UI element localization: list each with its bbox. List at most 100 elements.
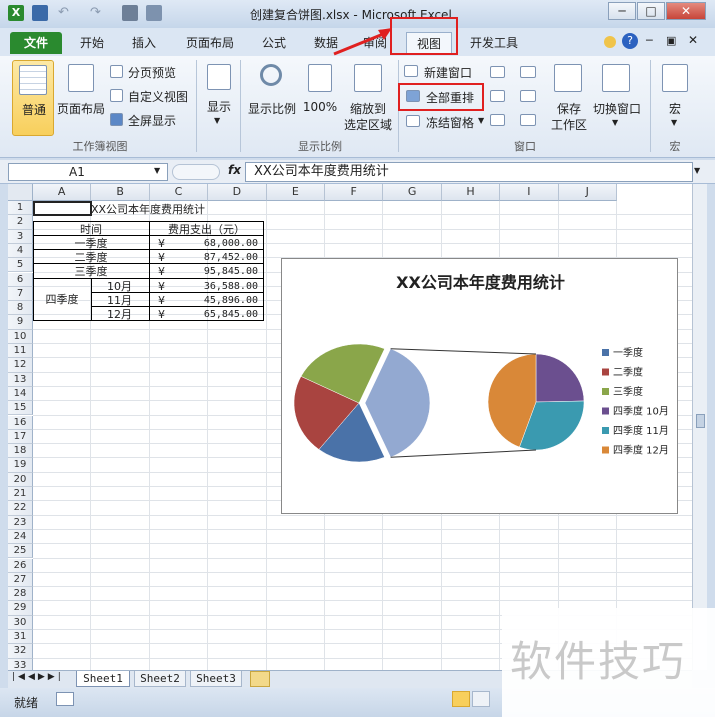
row-header[interactable]: 2: [8, 215, 33, 230]
normal-view-button[interactable]: 普通: [12, 60, 54, 136]
tab-page-layout[interactable]: 页面布局: [178, 32, 242, 54]
save-workspace-button[interactable]: 保存 工作区: [548, 60, 590, 136]
row-header[interactable]: 7: [8, 286, 33, 302]
row-header[interactable]: 8: [8, 301, 33, 316]
row-header[interactable]: 26: [8, 558, 33, 573]
row-header[interactable]: 11: [8, 344, 33, 359]
insert-sheet-icon[interactable]: [250, 671, 270, 687]
zoom-100-button[interactable]: 100%: [300, 60, 340, 126]
print-icon[interactable]: [122, 5, 138, 21]
scroll-thumb[interactable]: [696, 414, 705, 428]
doc-close-icon[interactable]: ✕: [688, 33, 698, 47]
redo-icon[interactable]: ↷: [90, 5, 101, 20]
sync-scroll-icon[interactable]: [520, 90, 536, 102]
column-header[interactable]: B: [91, 184, 150, 201]
select-all-corner[interactable]: [8, 184, 33, 201]
row-header[interactable]: 15: [8, 401, 33, 416]
row-header[interactable]: 18: [8, 444, 33, 459]
tab-developer[interactable]: 开发工具: [464, 32, 524, 54]
split-icon[interactable]: [490, 66, 505, 78]
column-header[interactable]: D: [208, 184, 267, 201]
formula-expand-icon[interactable]: [172, 164, 220, 180]
page-layout-status-icon[interactable]: [472, 691, 490, 707]
row-header[interactable]: 29: [8, 601, 33, 616]
view-side-by-side-icon[interactable]: [520, 66, 536, 78]
row-header[interactable]: 16: [8, 415, 33, 430]
row-header[interactable]: 25: [8, 544, 33, 559]
formula-input[interactable]: XX公司本年度费用统计: [245, 162, 693, 182]
doc-restore-icon[interactable]: ▣: [666, 34, 676, 47]
table-title: XX公司本年度费用统计: [90, 203, 206, 216]
undo-icon[interactable]: ↶: [58, 5, 69, 20]
tab-file[interactable]: 文件: [10, 32, 62, 54]
insert-function-icon[interactable]: fx: [228, 163, 241, 177]
row-header[interactable]: 4: [8, 243, 33, 259]
row-header[interactable]: 20: [8, 472, 33, 487]
normal-view-status-icon[interactable]: [452, 691, 470, 707]
macros-button[interactable]: 宏 ▼: [656, 60, 694, 130]
column-header[interactable]: G: [383, 184, 442, 201]
vertical-scrollbar[interactable]: [692, 184, 707, 670]
name-box[interactable]: A1: [8, 163, 168, 181]
close-button[interactable]: ✕: [666, 2, 706, 20]
row-header[interactable]: 12: [8, 358, 33, 373]
row-header[interactable]: 6: [8, 272, 33, 287]
column-header[interactable]: F: [325, 184, 384, 201]
row-header[interactable]: 1: [8, 201, 33, 216]
print-preview-icon[interactable]: [146, 5, 162, 21]
row-header[interactable]: 3: [8, 229, 33, 244]
save-icon[interactable]: [32, 5, 48, 21]
page-layout-view-button[interactable]: 页面布局: [56, 60, 106, 120]
zoom-button[interactable]: 显示比例: [246, 60, 298, 126]
row-header[interactable]: 32: [8, 644, 33, 659]
row-header[interactable]: 19: [8, 458, 33, 473]
row-header[interactable]: 9: [8, 315, 33, 330]
pie-of-pie-chart[interactable]: XX公司本年度费用统计 一季度 二季度 三季度 四季度 10月 四季度 11月 四季度 1…: [281, 258, 678, 514]
macro-record-icon[interactable]: [56, 692, 74, 706]
column-header[interactable]: C: [149, 184, 209, 201]
row-header[interactable]: 30: [8, 615, 33, 630]
hide-icon[interactable]: [490, 90, 505, 102]
sheet-tab-1[interactable]: Sheet1: [76, 671, 130, 687]
column-header[interactable]: H: [441, 184, 501, 201]
tab-home[interactable]: 开始: [72, 32, 112, 54]
row-header[interactable]: 28: [8, 587, 33, 602]
tab-insert[interactable]: 插入: [124, 32, 164, 54]
sheet-nav-arrows-icon[interactable]: |◀◀▶▶|: [12, 672, 64, 682]
column-header[interactable]: A: [33, 184, 92, 201]
row-header[interactable]: 17: [8, 429, 33, 445]
sheet-tab-2[interactable]: Sheet2: [134, 671, 186, 687]
row-header[interactable]: 5: [8, 258, 33, 273]
row-header[interactable]: 21: [8, 487, 33, 502]
ribbon-minimize-icon[interactable]: [604, 36, 616, 48]
row-header[interactable]: 27: [8, 572, 33, 588]
unhide-icon[interactable]: [490, 114, 505, 126]
save-workspace-label-1: 保存: [556, 102, 581, 116]
formula-bar-expand-icon[interactable]: ▼: [694, 166, 700, 175]
switch-windows-button[interactable]: 切换窗口 ▼: [592, 60, 642, 130]
reset-position-icon[interactable]: [520, 114, 536, 126]
sheet-tab-3[interactable]: Sheet3: [190, 671, 242, 687]
row-header[interactable]: 22: [8, 501, 33, 516]
help-icon[interactable]: ?: [622, 33, 638, 49]
column-header[interactable]: J: [558, 184, 617, 201]
tab-formulas[interactable]: 公式: [254, 32, 294, 54]
zoom-to-selection-button[interactable]: 缩放到 选定区域: [342, 60, 394, 136]
column-header[interactable]: I: [500, 184, 559, 201]
row-header[interactable]: 10: [8, 329, 33, 344]
save-workspace-icon: [554, 64, 582, 92]
name-box-dropdown-icon[interactable]: ▼: [154, 166, 160, 175]
row-header[interactable]: 23: [8, 515, 33, 530]
doc-minimize-icon[interactable]: ─: [646, 34, 653, 47]
show-button[interactable]: 显示 ▼: [202, 60, 236, 130]
row-header[interactable]: 31: [8, 630, 33, 645]
excel-app-icon[interactable]: X: [8, 5, 24, 21]
row-header[interactable]: 24: [8, 529, 33, 545]
column-header[interactable]: E: [266, 184, 325, 201]
row-header[interactable]: 13: [8, 372, 33, 387]
secondary-slice-1[interactable]: [535, 353, 585, 403]
minimize-button[interactable]: ─: [608, 2, 636, 20]
row-header[interactable]: 14: [8, 386, 33, 402]
legend-swatch: [602, 446, 609, 454]
maximize-button[interactable]: □: [637, 2, 665, 20]
